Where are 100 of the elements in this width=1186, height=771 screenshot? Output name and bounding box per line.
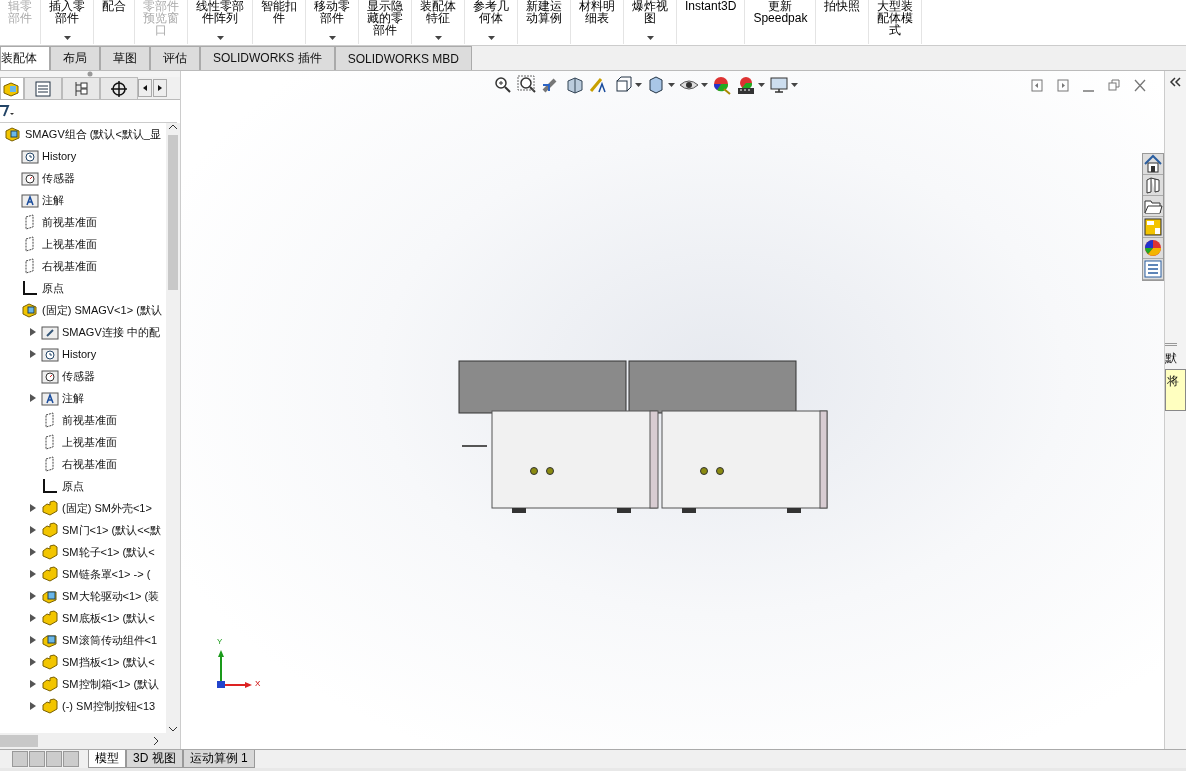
tree-item[interactable]: 传感器 xyxy=(62,368,95,384)
tree-item[interactable]: 传感器 xyxy=(42,170,75,186)
tree-item[interactable]: SM控制箱<1> (默认 xyxy=(62,676,160,692)
expand-arrow-icon[interactable] xyxy=(30,328,36,336)
expand-arrow-icon[interactable] xyxy=(30,658,36,666)
ribbon-button[interactable]: 材料明 细表 xyxy=(571,0,624,44)
appearance-icon[interactable] xyxy=(1143,238,1163,259)
tree-item[interactable]: 原点 xyxy=(42,280,64,296)
ribbon-button[interactable]: 线性零部 件阵列 xyxy=(188,0,253,44)
ribbon-button[interactable]: 新建运 动算例 xyxy=(518,0,571,44)
tree-item[interactable]: 上视基准面 xyxy=(62,434,117,450)
crosshair-tab-icon[interactable] xyxy=(109,78,129,99)
expand-arrow-icon[interactable] xyxy=(30,526,36,534)
ribbon-tab[interactable]: 装配体 xyxy=(0,46,50,70)
tree-item[interactable]: 前视基准面 xyxy=(42,214,97,230)
section-view-icon[interactable] xyxy=(565,75,585,95)
tree-item[interactable]: SM链条罩<1> -> ( xyxy=(62,566,151,582)
tree-item[interactable]: 上视基准面 xyxy=(42,236,97,252)
caret-icon[interactable] xyxy=(668,83,675,87)
property-tab-icon[interactable] xyxy=(33,78,53,99)
ribbon-button[interactable]: 更新 Speedpak xyxy=(745,0,817,44)
model-tab[interactable]: 运动算例 1 xyxy=(182,750,255,768)
scrollbar-thumb[interactable] xyxy=(168,135,178,290)
tree-item[interactable]: SM挡板<1> (默认< xyxy=(62,654,155,670)
ribbon-button[interactable]: 插入零 部件 xyxy=(41,0,94,44)
tree-item[interactable]: SM滚筒传动组件<1 xyxy=(62,632,158,648)
tree-item[interactable]: SM门<1> (默认<<默 xyxy=(62,522,162,538)
home-icon[interactable] xyxy=(1143,154,1163,175)
ribbon-button[interactable]: 爆炸视 图 xyxy=(624,0,677,44)
scroll-left-icon[interactable] xyxy=(138,79,152,97)
expand-arrow-icon[interactable] xyxy=(30,702,36,710)
ribbon-button[interactable]: 大型装 配体模 式 xyxy=(869,0,923,44)
tree-item[interactable]: SMAGV组合 (默认<默认_显 xyxy=(25,126,161,142)
zoom-fit-icon[interactable] xyxy=(493,75,513,95)
ribbon-tab[interactable]: 评估 xyxy=(150,46,200,70)
view-palette-icon[interactable] xyxy=(1143,217,1163,238)
tree-item[interactable]: (-) SM控制按钮<13 xyxy=(62,698,156,714)
view-orientation-icon[interactable] xyxy=(613,75,633,95)
display-style-icon[interactable] xyxy=(646,75,666,95)
splitter-handle-icon[interactable] xyxy=(87,71,93,77)
scrollbar-thumb[interactable] xyxy=(0,735,38,747)
ribbon-button[interactable]: 拍快照 xyxy=(816,0,870,44)
custom-properties-icon[interactable] xyxy=(1143,259,1163,280)
expand-arrow-icon[interactable] xyxy=(30,592,36,600)
appearance-icon[interactable] xyxy=(712,75,732,95)
collapse-icon[interactable] xyxy=(1169,77,1181,87)
expand-arrow-icon[interactable] xyxy=(30,570,36,578)
expand-arrow-icon[interactable] xyxy=(30,636,36,644)
tree-item[interactable]: 注解 xyxy=(62,390,84,406)
tree-item[interactable]: SMAGV连接 中的配 xyxy=(62,324,160,340)
ribbon-tab[interactable]: 布局 xyxy=(50,46,100,70)
caret-icon[interactable] xyxy=(758,83,765,87)
tree-item[interactable]: 注解 xyxy=(42,192,64,208)
tree-item[interactable]: 右视基准面 xyxy=(62,456,117,472)
tree-item[interactable]: (固定) SM外壳<1> xyxy=(62,500,152,516)
tree-item[interactable]: (固定) SMAGV<1> (默认 xyxy=(42,302,162,318)
tree-item[interactable]: History xyxy=(62,348,97,360)
tree-item[interactable]: History xyxy=(42,150,77,162)
scroll-right-icon[interactable] xyxy=(152,736,160,746)
expand-arrow-icon[interactable] xyxy=(30,394,36,402)
caret-icon[interactable] xyxy=(646,36,654,40)
ribbon-button[interactable]: Instant3D xyxy=(677,0,746,44)
tree-item[interactable]: 前视基准面 xyxy=(62,412,117,428)
ribbon-button[interactable]: 参考几 何体 xyxy=(465,0,518,44)
scroll-right-icon[interactable] xyxy=(153,79,167,97)
ribbon-button[interactable]: 配合 xyxy=(94,0,135,44)
scene-icon[interactable] xyxy=(736,75,756,95)
ribbon-tab[interactable]: SOLIDWORKS MBD xyxy=(334,46,473,70)
ribbon-button[interactable]: 显示隐 藏的零 部件 xyxy=(359,0,412,44)
zoom-area-icon[interactable] xyxy=(517,75,537,95)
tree-item[interactable]: SM轮子<1> (默认< xyxy=(62,544,155,560)
tree-item[interactable]: 原点 xyxy=(62,478,84,494)
caret-icon[interactable] xyxy=(791,83,798,87)
view-settings-icon[interactable] xyxy=(769,75,789,95)
expand-arrow-icon[interactable] xyxy=(30,350,36,358)
model-tab[interactable]: 3D 视图 xyxy=(126,750,183,768)
caret-icon[interactable] xyxy=(635,83,642,87)
caret-icon[interactable] xyxy=(63,36,71,40)
ribbon-button[interactable]: 装配体 特征 xyxy=(412,0,465,44)
ribbon-tab[interactable]: SOLIDWORKS 插件 xyxy=(200,46,335,70)
scroll-up-icon[interactable] xyxy=(168,123,178,131)
expand-arrow-icon[interactable] xyxy=(30,548,36,556)
tree-item[interactable]: 右视基准面 xyxy=(42,258,97,274)
caret-icon[interactable] xyxy=(487,36,495,40)
caret-icon[interactable] xyxy=(328,36,336,40)
tree-item[interactable]: SM大轮驱动<1> (装 xyxy=(62,588,160,604)
ribbon-button[interactable]: 移动零 部件 xyxy=(306,0,359,44)
expand-arrow-icon[interactable] xyxy=(30,614,36,622)
design-library-icon[interactable] xyxy=(1143,175,1163,196)
expand-arrow-icon[interactable] xyxy=(30,680,36,688)
ribbon-button[interactable]: 智能扣 件 xyxy=(253,0,306,44)
caret-icon[interactable] xyxy=(216,36,224,40)
expand-arrow-icon[interactable] xyxy=(30,504,36,512)
caret-icon[interactable] xyxy=(434,36,442,40)
scroll-down-icon[interactable] xyxy=(168,725,178,733)
caret-icon[interactable] xyxy=(701,83,708,87)
filter-icon[interactable] xyxy=(0,104,16,118)
ribbon-tab[interactable]: 草图 xyxy=(100,46,150,70)
model-tab[interactable]: 模型 xyxy=(88,750,126,768)
tree-item[interactable]: SM底板<1> (默认< xyxy=(62,610,155,626)
